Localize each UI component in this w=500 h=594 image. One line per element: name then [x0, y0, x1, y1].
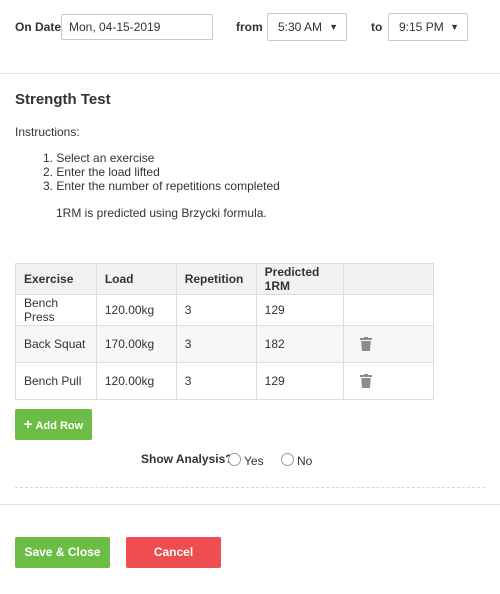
cancel-button[interactable]: Cancel: [126, 537, 221, 568]
from-label: from: [236, 20, 263, 34]
date-input[interactable]: Mon, 04-15-2019: [61, 14, 213, 40]
strength-table: Exercise Load Repetition Predicted 1RM B…: [15, 263, 434, 400]
on-date-label: On Date: [15, 20, 62, 34]
add-row-label: Add Row: [35, 420, 84, 432]
analysis-yes-label[interactable]: Yes: [244, 454, 264, 468]
cell-exercise[interactable]: Bench Press: [15, 294, 97, 326]
trash-icon[interactable]: [360, 374, 373, 389]
instruction-step: 1. Select an exercise: [43, 151, 155, 165]
from-time-select[interactable]: 5:30 AM ▼: [267, 13, 347, 41]
add-row-button[interactable]: + Add Row: [15, 409, 92, 440]
table-row: Back Squat 170.00kg 3 182: [15, 325, 434, 363]
plus-icon: +: [23, 416, 33, 433]
cell-predicted: 129: [255, 362, 345, 400]
header-repetition: Repetition: [175, 263, 257, 295]
instructions-label: Instructions:: [15, 125, 80, 139]
analysis-no-radio[interactable]: [281, 453, 294, 466]
caret-down-icon: ▼: [329, 22, 338, 32]
cell-exercise[interactable]: Back Squat: [15, 325, 97, 363]
header-exercise: Exercise: [15, 263, 97, 295]
show-analysis-label: Show Analysis?: [141, 452, 233, 466]
instruction-step: 2. Enter the load lifted: [43, 165, 160, 179]
table-row: Bench Pull 120.00kg 3 129: [15, 362, 434, 400]
from-time-value: 5:30 AM: [278, 20, 323, 34]
table-row: Bench Press 120.00kg 3 129: [15, 294, 434, 326]
analysis-no-label[interactable]: No: [297, 454, 312, 468]
cell-load[interactable]: 170.00kg: [95, 325, 177, 363]
date-time-bar: On Date Mon, 04-15-2019 from 5:30 AM ▼ t…: [0, 0, 500, 74]
section-title: Strength Test: [15, 91, 111, 108]
analysis-yes-radio[interactable]: [228, 453, 241, 466]
cell-predicted: 182: [255, 325, 345, 363]
header-predicted-1rm: Predicted 1RM: [255, 263, 345, 295]
to-time-select[interactable]: 9:15 PM ▼: [388, 13, 468, 41]
cell-reps[interactable]: 3: [175, 362, 257, 400]
cell-reps[interactable]: 3: [175, 294, 257, 326]
table-header-row: Exercise Load Repetition Predicted 1RM: [15, 263, 434, 295]
cell-reps[interactable]: 3: [175, 325, 257, 363]
trash-icon[interactable]: [360, 337, 373, 352]
instruction-steps: 1. Select an exercise 2. Enter the load …: [43, 151, 280, 193]
to-label: to: [371, 20, 383, 34]
cell-actions: [343, 362, 434, 400]
instruction-step: 3. Enter the number of repetitions compl…: [43, 179, 280, 193]
formula-note: 1RM is predicted using Brzycki formula.: [56, 206, 267, 220]
to-time-value: 9:15 PM: [399, 20, 444, 34]
cell-actions: [343, 325, 434, 363]
cell-actions: [343, 294, 434, 326]
cell-predicted: 129: [255, 294, 345, 326]
dashed-divider: [15, 487, 485, 488]
cell-load[interactable]: 120.00kg: [95, 294, 177, 326]
save-close-button[interactable]: Save & Close: [15, 537, 110, 568]
footer-divider: [0, 504, 500, 505]
cell-exercise[interactable]: Bench Pull: [15, 362, 97, 400]
caret-down-icon: ▼: [450, 22, 459, 32]
header-actions: [343, 263, 434, 295]
header-load: Load: [95, 263, 177, 295]
cell-load[interactable]: 120.00kg: [95, 362, 177, 400]
